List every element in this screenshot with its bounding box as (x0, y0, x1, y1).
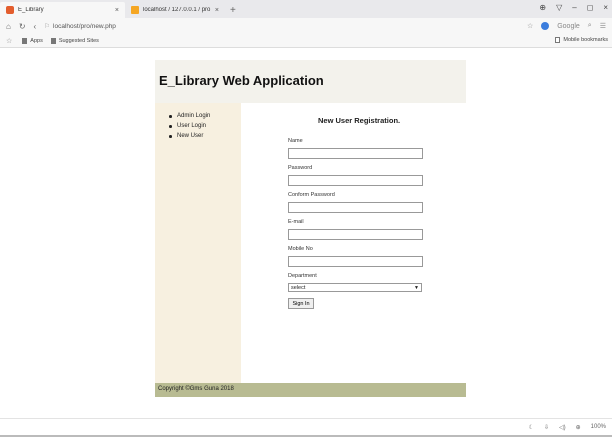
sign-in-button[interactable]: Sign In (288, 298, 314, 309)
dropdown-icon[interactable]: ▽ (556, 3, 562, 12)
name-label: Name (288, 138, 303, 144)
bookmark-suggested-sites[interactable]: Suggested Sites (50, 37, 99, 44)
bookmark-apps[interactable]: Apps (22, 37, 43, 44)
page-info-icon[interactable]: ⚐ (44, 22, 50, 30)
favicon-icon (6, 6, 14, 14)
status-icons: ☾ ⇩ ◁) ⊕ 100% (529, 424, 606, 431)
password-label: Password (288, 165, 313, 171)
department-label: Department (288, 273, 317, 279)
back-icon[interactable]: ‹ (34, 22, 37, 31)
sidebar-item-user-login[interactable]: User Login (169, 123, 241, 129)
sidebar-menu: Admin Login User Login New User (155, 103, 241, 139)
sidebar-item-new-user[interactable]: New User (169, 133, 241, 139)
favicon-icon (131, 6, 139, 14)
form-title: New User Registration. (318, 116, 401, 125)
zoom-level[interactable]: 100% (591, 424, 606, 431)
reload-icon[interactable]: ↻ (19, 22, 26, 31)
window-controls: ⊕ ▽ – ◻ × (539, 3, 608, 12)
password-field[interactable] (288, 175, 423, 186)
minimize-icon[interactable]: – (572, 3, 576, 12)
mobile-field[interactable] (288, 256, 423, 267)
new-tab-button[interactable]: + (225, 5, 241, 18)
tab-strip: E_Library × localhost / 127.0.0.1 / pro … (0, 0, 612, 18)
phone-icon (555, 37, 561, 43)
bookmarks-bar: ☆ Apps Suggested Sites Mobile bookmarks (0, 34, 612, 48)
close-tab-icon[interactable]: × (115, 7, 119, 14)
sidebar-item-admin-login[interactable]: Admin Login (169, 113, 241, 119)
bookmark-label: Apps (30, 37, 43, 44)
download-icon[interactable]: ⇩ (544, 424, 549, 431)
search-engine-icon[interactable] (541, 22, 550, 30)
mobile-label: Mobile No (288, 246, 313, 252)
extension-icon[interactable]: ⊕ (539, 3, 546, 12)
close-tab-icon[interactable]: × (215, 7, 219, 14)
star-icon[interactable]: ☆ (527, 22, 533, 30)
bookmark-label: Suggested Sites (58, 37, 99, 44)
name-field[interactable] (288, 148, 423, 159)
home-icon[interactable]: ⌂ (6, 22, 11, 31)
menu-icon[interactable]: ☰ (600, 22, 606, 30)
volume-icon[interactable]: ◁) (559, 424, 566, 431)
registration-form: New User Registration. Name Password Con… (241, 103, 466, 383)
chevron-down-icon: ▼ (414, 284, 419, 291)
tab-phpmyadmin[interactable]: localhost / 127.0.0.1 / pro / stu × (125, 2, 225, 18)
navigation-bar: ⌂ ↻ ‹ ⚐ localhost/pro/new.php ☆ Google ⌕… (0, 18, 612, 34)
mobile-bookmarks-label: Mobile bookmarks (563, 37, 608, 43)
address-bar[interactable]: ⚐ localhost/pro/new.php (44, 22, 527, 31)
status-bar: ☾ ⇩ ◁) ⊕ 100% (0, 418, 612, 437)
bookmark-star-icon[interactable]: ☆ (6, 37, 12, 45)
email-label: E-mail (288, 219, 304, 225)
zoom-icon[interactable]: ⊕ (576, 424, 581, 431)
page-content: E_Library Web Application Admin Login Us… (0, 48, 612, 418)
site-footer: Copyright ©Gms Guna 2018 (155, 383, 466, 397)
address-text: localhost/pro/new.php (53, 22, 116, 30)
tab-title: E_Library (18, 7, 44, 13)
copyright-text: Copyright ©Gms Guna 2018 (158, 386, 234, 392)
department-selected-value: select (291, 284, 306, 291)
maximize-icon[interactable]: ◻ (587, 3, 594, 12)
tab-elibrary[interactable]: E_Library × (0, 2, 125, 18)
sidebar: Admin Login User Login New User (155, 103, 241, 383)
site-title: E_Library Web Application (159, 73, 324, 88)
night-mode-icon[interactable]: ☾ (529, 424, 534, 431)
folder-icon (22, 37, 28, 44)
confirm-password-label: Conform Password (288, 192, 335, 198)
email-field[interactable] (288, 229, 423, 240)
search-icon[interactable]: ⌕ (588, 22, 592, 30)
confirm-password-field[interactable] (288, 202, 423, 213)
nav-right-tools: ☆ Google ⌕ ☰ (527, 22, 606, 30)
site-header: E_Library Web Application (155, 60, 466, 103)
department-select[interactable]: select ▼ (288, 283, 422, 292)
search-engine-label[interactable]: Google (557, 23, 580, 30)
folder-icon (50, 37, 56, 44)
mobile-bookmarks[interactable]: Mobile bookmarks (555, 37, 608, 43)
tab-title: localhost / 127.0.0.1 / pro / stu (143, 7, 211, 13)
close-icon[interactable]: × (603, 3, 608, 12)
